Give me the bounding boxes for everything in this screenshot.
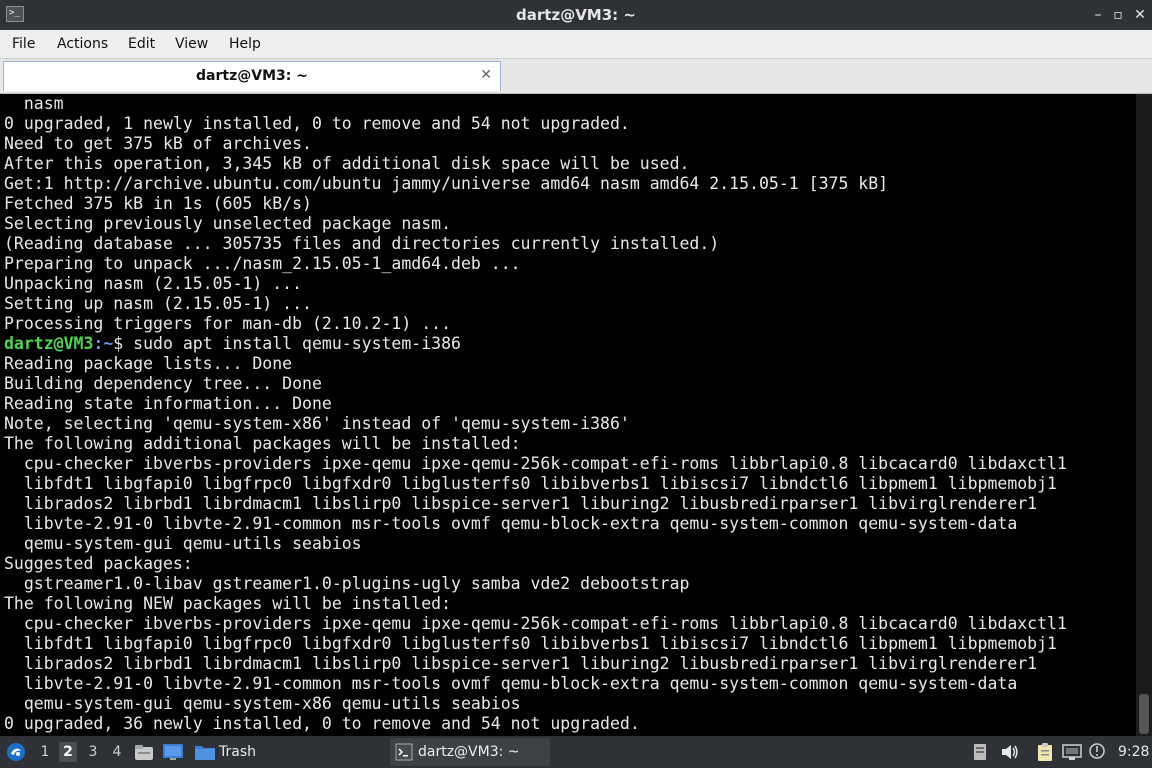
menu-file[interactable]: File [12, 30, 35, 58]
terminal-line: Fetched 375 kB in 1s (605 kB/s) [4, 194, 312, 213]
terminal-output[interactable]: nasm 0 upgraded, 1 newly installed, 0 to … [0, 94, 1136, 736]
tab-terminal[interactable]: dartz@VM3: ~ ✕ [3, 61, 501, 91]
terminal-line: Reading package lists... Done [4, 354, 293, 373]
task-label: dartz@VM3: ~ [418, 744, 520, 760]
tab-bar: dartz@VM3: ~ ✕ [0, 59, 1152, 94]
window-titlebar[interactable]: >_ dartz@VM3: ~ – ▫ ✕ [0, 0, 1152, 30]
prompt-command: sudo apt install qemu-system-i386 [133, 334, 461, 353]
terminal-line: The following additional packages will b… [4, 434, 521, 453]
desktop-1[interactable]: 1 [36, 742, 54, 762]
terminal-line: libfdt1 libgfapi0 libgfrpc0 libgfxdr0 li… [4, 634, 1057, 653]
prompt-symbol: $ [113, 334, 134, 353]
maximize-icon[interactable]: ▫ [1108, 5, 1128, 25]
menu-help[interactable]: Help [229, 30, 261, 58]
terminal-icon [395, 743, 413, 761]
terminal-line: After this operation, 3,345 kB of additi… [4, 154, 690, 173]
desktop-4[interactable]: 4 [108, 742, 126, 762]
terminal-scrollbar[interactable] [1136, 94, 1152, 736]
terminal-line: 0 upgraded, 36 newly installed, 0 to rem… [4, 714, 640, 733]
terminal-line: Processing triggers for man-db (2.10.2-1… [4, 314, 452, 333]
trash-folder-icon[interactable] [194, 743, 216, 761]
menu-edit[interactable]: Edit [128, 30, 155, 58]
terminal-line: librados2 librbd1 librdmacm1 libslirp0 l… [4, 494, 1038, 513]
trash-label[interactable]: Trash [219, 736, 256, 768]
close-icon[interactable]: ✕ [1130, 5, 1150, 25]
scrollbar-thumb[interactable] [1139, 694, 1149, 734]
desktop-2[interactable]: 2 [59, 742, 77, 762]
terminal-line: libvte-2.91-0 libvte-2.91-common msr-too… [4, 514, 1018, 533]
terminal-line: Get:1 http://archive.ubuntu.com/ubuntu j… [4, 174, 889, 193]
terminal-prompt-line: dartz@VM3:~$ sudo apt install qemu-syste… [0, 334, 1136, 354]
show-desktop-icon[interactable] [162, 743, 184, 761]
prompt-path: :~ [93, 334, 114, 353]
terminal-line: qemu-system-gui qemu-system-x86 qemu-uti… [4, 694, 521, 713]
notification-icon[interactable] [1088, 742, 1106, 760]
file-manager-icon[interactable] [134, 743, 154, 761]
terminal-line: Reading state information... Done [4, 394, 332, 413]
taskbar-task-terminal[interactable]: dartz@VM3: ~ [390, 738, 550, 766]
network-icon[interactable] [1062, 743, 1082, 761]
terminal-line: libfdt1 libgfapi0 libgfrpc0 libgfxdr0 li… [4, 474, 1057, 493]
terminal-line: Building dependency tree... Done [4, 374, 322, 393]
terminal-line: Suggested packages: [4, 554, 193, 573]
terminal-line: The following NEW packages will be insta… [4, 594, 452, 613]
terminal-line: Unpacking nasm (2.15.05-1) ... [4, 274, 303, 293]
terminal-line: libvte-2.91-0 libvte-2.91-common msr-too… [4, 674, 1018, 693]
tab-close-icon[interactable]: ✕ [480, 65, 492, 85]
terminal-line: Selecting previously unselected package … [4, 214, 452, 233]
terminal-line: Setting up nasm (2.15.05-1) ... [4, 294, 312, 313]
menu-actions[interactable]: Actions [57, 30, 108, 58]
window-title: dartz@VM3: ~ [516, 6, 636, 24]
terminal-line: nasm [4, 94, 64, 113]
minimize-icon[interactable]: – [1088, 5, 1108, 25]
terminal-line: Note, selecting 'qemu-system-x86' instea… [4, 414, 630, 433]
keyboard-layout-icon[interactable] [972, 743, 988, 761]
terminal-line: qemu-system-gui qemu-utils seabios [4, 534, 362, 553]
clipboard-icon[interactable] [1036, 742, 1054, 762]
lxqt-start-icon[interactable] [6, 742, 26, 762]
terminal-line: gstreamer1.0-libav gstreamer1.0-plugins-… [4, 574, 690, 593]
prompt-user: dartz@VM3 [4, 334, 94, 353]
terminal-line: (Reading database ... 305735 files and d… [4, 234, 720, 253]
desktop-3[interactable]: 3 [84, 742, 102, 762]
volume-icon[interactable] [1000, 743, 1020, 761]
terminal-line: cpu-checker ibverbs-providers ipxe-qemu … [4, 454, 1067, 473]
tab-label: dartz@VM3: ~ [196, 68, 308, 84]
terminal-line: Need to get 375 kB of archives. [4, 134, 312, 153]
clock: 9:28 [1118, 744, 1150, 760]
taskbar: 1 2 3 4 Trash dartz@VM3: ~ 9:28 [0, 736, 1152, 768]
terminal-line: Preparing to unpack .../nasm_2.15.05-1_a… [4, 254, 521, 273]
terminal-line: librados2 librbd1 librdmacm1 libslirp0 l… [4, 654, 1038, 673]
menu-view[interactable]: View [175, 30, 208, 58]
menubar: File Actions Edit View Help [0, 30, 1152, 59]
terminal-line: cpu-checker ibverbs-providers ipxe-qemu … [4, 614, 1067, 633]
terminal-line: 0 upgraded, 1 newly installed, 0 to remo… [4, 114, 630, 133]
